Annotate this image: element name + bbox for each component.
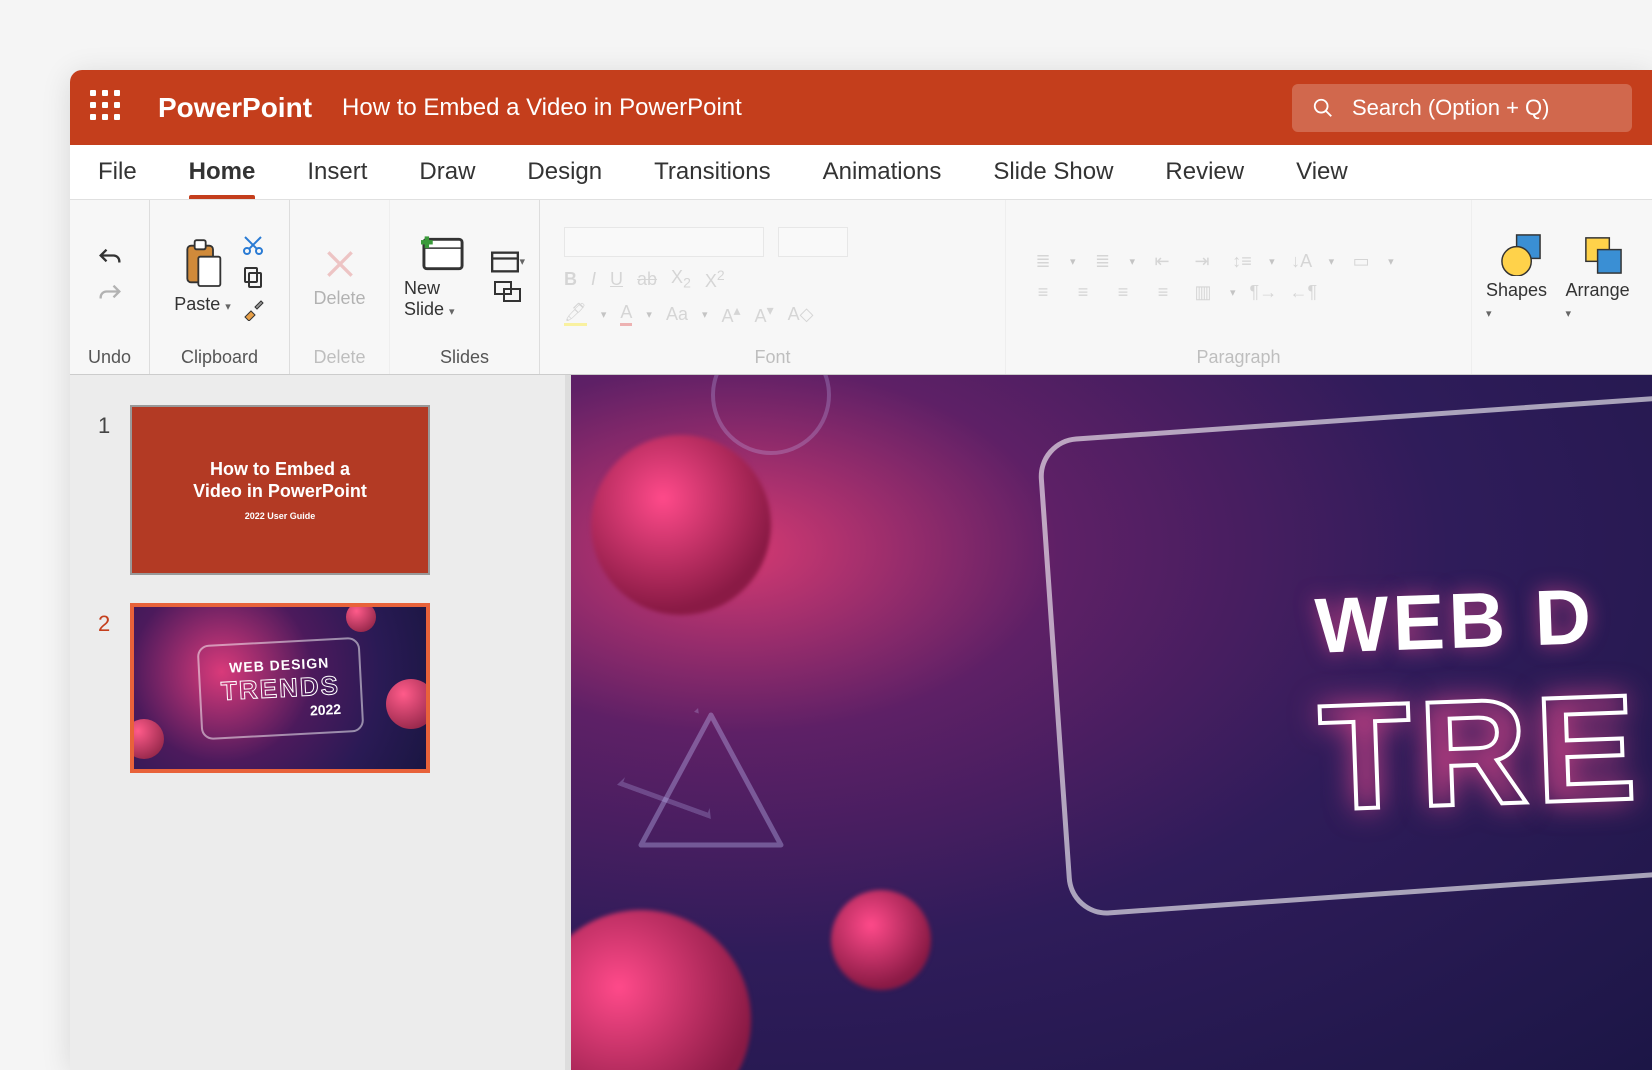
highlight-button[interactable]: 🖊 [564,302,587,326]
title-bar: PowerPoint How to Embed a Video in Power… [70,70,1652,145]
columns-button[interactable]: ▥ [1190,282,1216,303]
new-slide-icon [421,234,465,274]
bullets-button[interactable]: ≣ [1030,251,1056,272]
tab-home[interactable]: Home [189,145,256,199]
grow-font-button[interactable]: A▴ [722,302,741,327]
slide-editor[interactable]: WEB D TRE [571,375,1652,1070]
group-paragraph: ≣▾ ≣▾ ⇤ ⇥ ↕≡▾ ↓A▾ ▭▾ ≡ ≡ ≡ ≡ ▥▾ ¶→ [1006,200,1472,374]
slide-thumbnail-2[interactable]: WEB DESIGN TRENDS 2022 [130,603,430,773]
slide-thumbnail-panel: 1 How to Embed a Video in PowerPoint 202… [70,375,565,1070]
subscript-button[interactable]: X2 [671,267,691,291]
group-font: B I U ab X2 X2 🖊▾ A▾ Aa▾ A▴ A▾ A◇ [540,200,1006,374]
paste-button[interactable]: Paste ▾ [174,238,231,315]
delete-button[interactable]: Delete [313,244,365,309]
delete-x-icon [320,244,360,284]
copy-icon [241,265,265,289]
increase-indent-button[interactable]: ⇥ [1189,251,1215,272]
search-icon [1312,97,1334,119]
text-direction-button[interactable]: ↓A [1289,251,1315,272]
line-spacing-button[interactable]: ↕≡ [1229,251,1255,272]
rtl-button[interactable]: ←¶ [1290,282,1316,303]
align-right-button[interactable]: ≡ [1110,282,1136,303]
new-slide-button[interactable]: New Slide ▾ [404,234,481,320]
superscript-button[interactable]: X2 [705,267,725,292]
align-text-button[interactable]: ▭ [1348,251,1374,272]
group-label-drawing [1559,347,1564,368]
arrange-icon [1580,232,1624,276]
tab-insert[interactable]: Insert [307,145,367,199]
ribbon: Undo Paste ▾ Clipboard Delete [70,200,1652,375]
search-placeholder: Search (Option + Q) [1352,95,1549,121]
shrink-font-button[interactable]: A▾ [755,302,774,327]
align-left-button[interactable]: ≡ [1030,282,1056,303]
current-slide[interactable]: WEB D TRE [571,375,1652,1070]
tab-slideshow[interactable]: Slide Show [993,145,1113,199]
reset-icon [494,281,522,303]
content-area: 1 How to Embed a Video in PowerPoint 202… [70,375,1652,1070]
change-case-button[interactable]: Aa [666,304,688,325]
slide-number: 1 [98,413,130,439]
app-name: PowerPoint [158,92,312,124]
format-painter-button[interactable] [241,297,265,321]
group-undo: Undo [70,200,150,374]
app-launcher-icon[interactable] [90,90,126,126]
group-label-slides: Slides [440,347,489,368]
reset-button[interactable] [494,281,522,303]
brush-icon [241,297,265,321]
group-label-clipboard: Clipboard [181,347,258,368]
tab-animations[interactable]: Animations [823,145,942,199]
italic-button[interactable]: I [591,269,596,290]
slide-thumbnail-1[interactable]: How to Embed a Video in PowerPoint 2022 … [130,405,430,575]
align-center-button[interactable]: ≡ [1070,282,1096,303]
cut-icon [241,233,265,257]
undo-button[interactable] [96,245,124,273]
numbering-button[interactable]: ≣ [1090,251,1116,272]
ribbon-tabs: File Home Insert Draw Design Transitions… [70,145,1652,200]
tab-file[interactable]: File [98,145,137,199]
justify-button[interactable]: ≡ [1150,282,1176,303]
font-family-select[interactable] [564,227,764,257]
copy-button[interactable] [241,265,265,289]
clear-format-button[interactable]: A◇ [788,304,814,325]
group-delete: Delete Delete [290,200,390,374]
arrange-button[interactable]: Arrange ▾ [1566,232,1638,322]
strike-button[interactable]: ab [637,269,657,290]
slide-number: 2 [98,611,130,637]
group-clipboard: Paste ▾ Clipboard [150,200,290,374]
tab-design[interactable]: Design [527,145,602,199]
tab-view[interactable]: View [1296,145,1348,199]
redo-button[interactable] [96,281,124,309]
ltr-button[interactable]: ¶→ [1250,282,1276,303]
font-size-select[interactable] [778,227,848,257]
group-label-paragraph: Paragraph [1196,347,1280,368]
cut-button[interactable] [241,233,265,257]
triangle-shape [631,705,791,865]
group-label-delete: Delete [313,347,365,368]
shapes-button[interactable]: Shapes ▾ [1486,232,1556,322]
slide-title-text: WEB D TRE [1313,569,1646,844]
bold-button[interactable]: B [564,269,577,290]
group-label-font: Font [754,347,790,368]
group-label-undo: Undo [88,347,131,368]
group-drawing: Shapes ▾ Arrange ▾ [1472,200,1652,374]
decrease-indent-button[interactable]: ⇤ [1149,251,1175,272]
layout-icon [491,251,519,273]
search-input[interactable]: Search (Option + Q) [1292,84,1632,132]
shapes-icon [1499,232,1543,276]
document-title[interactable]: How to Embed a Video in PowerPoint [342,94,1292,122]
thumbnail-row: 1 How to Embed a Video in PowerPoint 202… [98,405,537,575]
group-slides: New Slide ▾ ▾ Slides [390,200,540,374]
thumbnail-row: 2 WEB DESIGN TRENDS 2022 [98,603,537,773]
app-window: PowerPoint How to Embed a Video in Power… [70,70,1652,1070]
underline-button[interactable]: U [610,269,623,290]
paste-icon [180,238,224,290]
layout-button[interactable]: ▾ [491,251,525,273]
tab-transitions[interactable]: Transitions [654,145,770,199]
tab-review[interactable]: Review [1165,145,1244,199]
tab-draw[interactable]: Draw [419,145,475,199]
font-color-button[interactable]: A [620,302,632,326]
